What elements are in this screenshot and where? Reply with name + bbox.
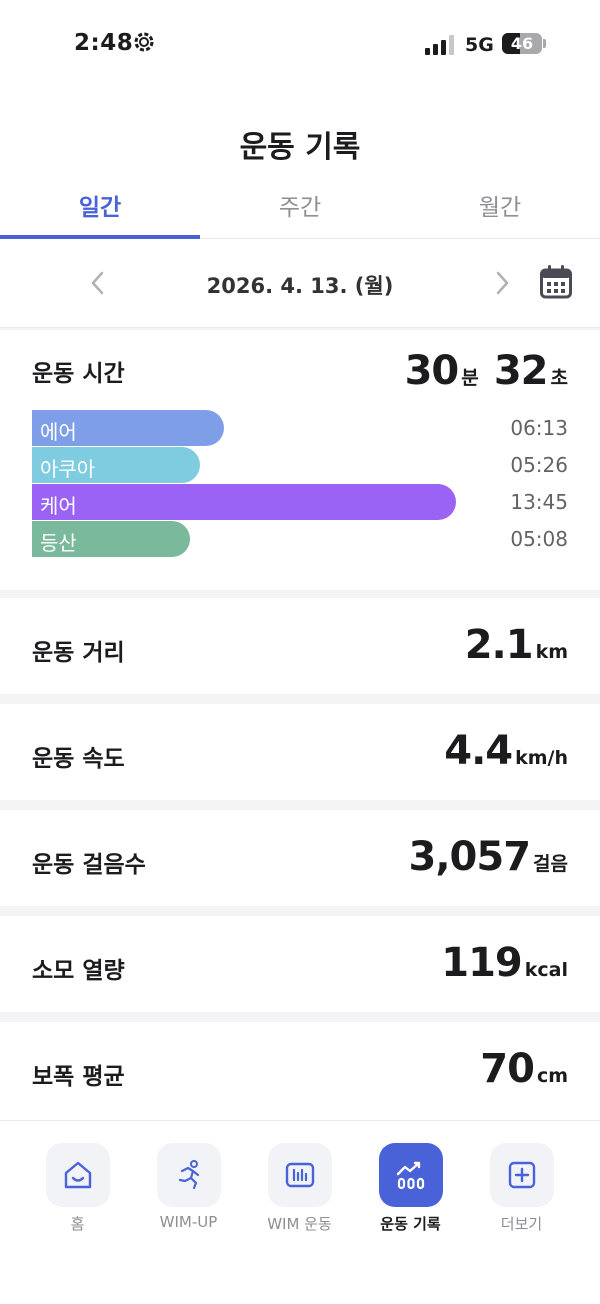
battery-nub: [543, 39, 546, 48]
distance-label: 운동 거리: [32, 640, 125, 666]
breakdown-name: 등산: [40, 531, 77, 555]
steps-value: 3,057 걸음: [409, 834, 569, 880]
distance-number: 2.1: [464, 622, 534, 668]
settings-gear-icon: [134, 32, 154, 52]
breakdown-duration: 05:08: [510, 527, 568, 551]
breakdown-bar: 아쿠아: [32, 447, 200, 483]
signal-icon: [425, 35, 454, 55]
exercise-time-card: 운동 시간 30 분 32 초 에어 06:13 아쿠아 05:26 케어 13:4…: [0, 330, 600, 590]
battery-level: 46: [510, 34, 534, 53]
status-time: 2:48: [74, 30, 134, 56]
nav-wim-exercise[interactable]: WIM 운동: [244, 1143, 355, 1234]
distance-value: 2.1 km: [465, 622, 568, 668]
stride-unit: cm: [536, 1065, 568, 1087]
steps-unit: 걸음: [533, 853, 568, 875]
nav-label-home: 홈: [70, 1215, 85, 1233]
bottom-nav: 홈 WIM-UP WIM 운동 운동 기록 더보기: [0, 1120, 600, 1304]
speed-card: 운동 속도 4.4 km/h: [0, 704, 600, 800]
running-icon: [178, 1160, 199, 1190]
exercise-time-total: 30 분 32 초: [405, 348, 568, 394]
breakdown-bar: 등산: [32, 521, 190, 557]
breakdown-duration: 05:26: [510, 453, 568, 477]
calories-unit: kcal: [524, 959, 568, 981]
minutes-unit: 분: [461, 367, 479, 389]
steps-card: 운동 걸음수 3,057 걸음: [0, 810, 600, 906]
tab-daily[interactable]: 일간: [0, 182, 200, 238]
stride-number: 70: [480, 1046, 535, 1092]
stride-value: 70 cm: [480, 1046, 568, 1092]
calories-label: 소모 열량: [32, 958, 125, 984]
speed-value: 4.4 km/h: [444, 728, 568, 774]
date-navigator: 2026. 4. 13. (월): [0, 239, 600, 328]
breakdown-row: 아쿠아 05:26: [32, 447, 568, 483]
exercise-time-minutes: 30: [404, 348, 460, 394]
breakdown-row: 등산 05:08: [32, 521, 568, 557]
breakdown-bar: 케어: [32, 484, 456, 520]
breakdown-name: 아쿠아: [40, 457, 96, 481]
calendar-icon[interactable]: [540, 265, 572, 299]
tab-monthly[interactable]: 월간: [400, 182, 600, 238]
stride-card: 보폭 평균 70 cm: [0, 1022, 600, 1120]
nav-label-exercise-record: 운동 기록: [380, 1215, 441, 1233]
calories-card: 소모 열량 119 kcal: [0, 916, 600, 1012]
calories-number: 119: [441, 940, 522, 986]
seconds-unit: 초: [550, 367, 568, 389]
exercise-time-seconds: 32: [493, 348, 549, 394]
breakdown-duration: 13:45: [510, 490, 568, 514]
nav-exercise-record[interactable]: 운동 기록: [355, 1143, 466, 1234]
chevron-right-icon[interactable]: [492, 269, 512, 297]
status-bar: 2:48 5G 46: [0, 0, 600, 90]
speed-number: 4.4: [444, 728, 513, 774]
nav-label-wim-exercise: WIM 운동: [267, 1215, 332, 1233]
battery-icon: 46: [502, 33, 542, 54]
speed-unit: km/h: [515, 747, 568, 769]
tab-weekly[interactable]: 주간: [200, 182, 400, 238]
speed-label: 운동 속도: [32, 746, 125, 772]
plus-square-icon: [508, 1161, 535, 1189]
steps-number: 3,057: [408, 834, 532, 880]
breakdown-name: 케어: [40, 494, 77, 518]
exercise-time-label: 운동 시간: [32, 361, 125, 387]
nav-wim-up[interactable]: WIM-UP: [133, 1143, 244, 1231]
breakdown-duration: 06:13: [510, 416, 568, 440]
nav-more[interactable]: 더보기: [466, 1143, 577, 1234]
trend-icon: [396, 1161, 424, 1190]
nav-label-more: 더보기: [500, 1215, 543, 1233]
distance-card: 운동 거리 2.1 km: [0, 598, 600, 694]
date-label: 2026. 4. 13. (월): [206, 274, 394, 298]
calories-value: 119 kcal: [441, 940, 568, 986]
breakdown-row: 에어 06:13: [32, 410, 568, 446]
distance-unit: km: [535, 641, 568, 663]
network-label: 5G: [465, 34, 494, 56]
chart-icon: [285, 1162, 314, 1188]
page-title: 운동 기록: [239, 130, 361, 165]
nav-label-wim-up: WIM-UP: [159, 1213, 218, 1231]
home-icon: [64, 1161, 91, 1189]
breakdown-row: 케어 13:45: [32, 484, 568, 520]
stride-label: 보폭 평균: [32, 1064, 125, 1090]
header: 운동 기록 일간 주간 월간 2026. 4. 13. (월): [0, 90, 600, 328]
breakdown-bar: 에어: [32, 410, 224, 446]
nav-home[interactable]: 홈: [22, 1143, 133, 1234]
breakdown-name: 에어: [40, 420, 77, 444]
chevron-left-icon[interactable]: [88, 269, 108, 297]
steps-label: 운동 걸음수: [32, 852, 146, 878]
